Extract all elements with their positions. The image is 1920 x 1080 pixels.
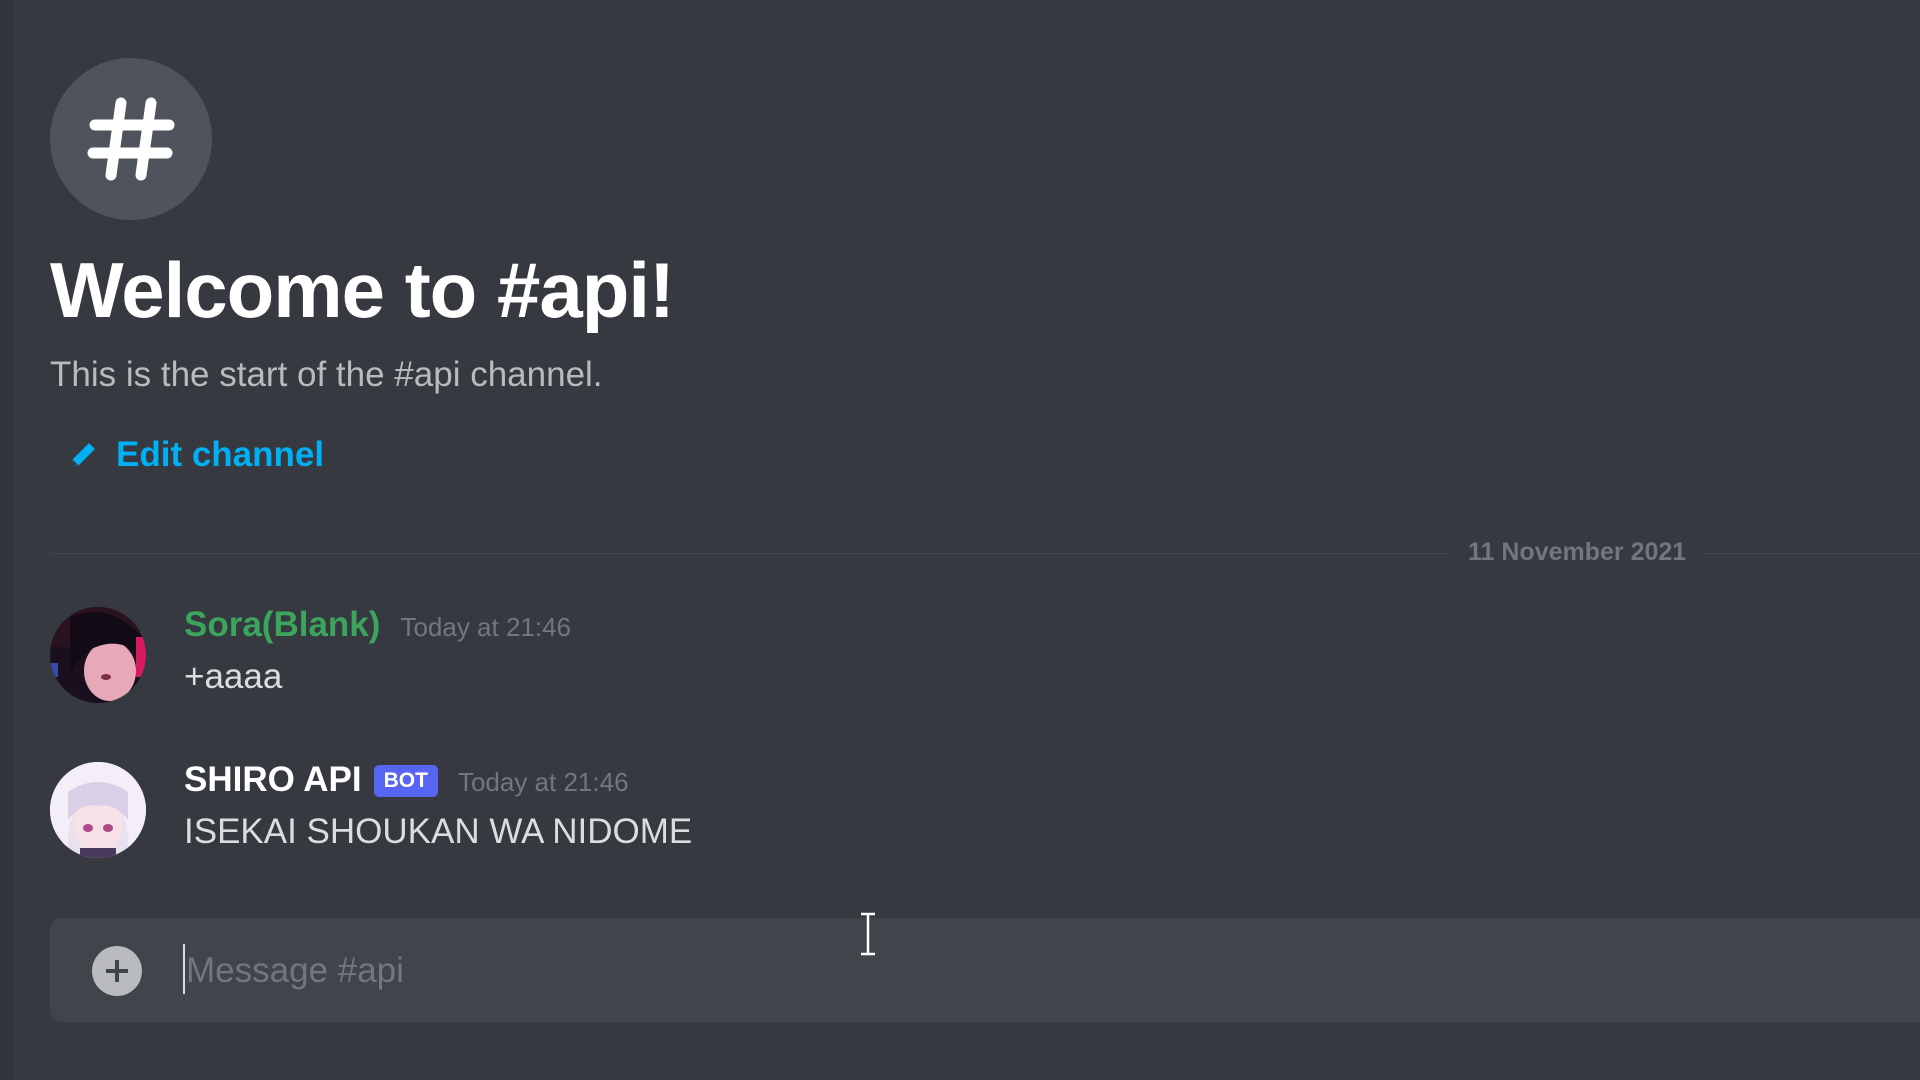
username[interactable]: Sora(Blank) [184,605,380,645]
left-rail [0,0,14,1080]
message-content: ISEKAI SHOUKAN WA NIDOME [184,812,693,851]
timestamp: Today at 21:46 [400,612,572,642]
avatar-sora[interactable] [50,607,146,703]
bot-badge: BOT [373,765,438,797]
avatar-shiro[interactable] [50,762,146,858]
welcome-subtitle: This is the start of the #api channel. [50,355,603,394]
message-composer [50,918,1920,1022]
message-header: Sora(Blank) Today at 21:46 [184,605,571,645]
edit-channel-button[interactable]: Edit channel [66,435,324,475]
timestamp: Today at 21:46 [457,767,629,797]
pencil-icon [66,438,100,472]
plus-circle-icon[interactable] [92,946,142,996]
message-content: +aaaa [184,657,283,696]
message-input[interactable] [184,936,1688,1006]
welcome-title: Welcome to #api! [50,246,675,334]
date-divider: 11 November 2021 [1450,538,1705,567]
ibeam-cursor-icon [858,912,878,956]
edit-channel-label: Edit channel [116,435,325,474]
username[interactable]: SHIRO API [184,760,362,800]
message: Sora(Blank) Today at 21:46 +aaaa [50,605,1850,715]
chat-view: Welcome to #api! This is the start of th… [0,0,1920,1080]
message: SHIRO API BOT Today at 21:46 ISEKAI SHOU… [50,760,1850,870]
message-header: SHIRO API BOT Today at 21:46 [184,760,629,801]
hashtag-icon [50,58,212,220]
